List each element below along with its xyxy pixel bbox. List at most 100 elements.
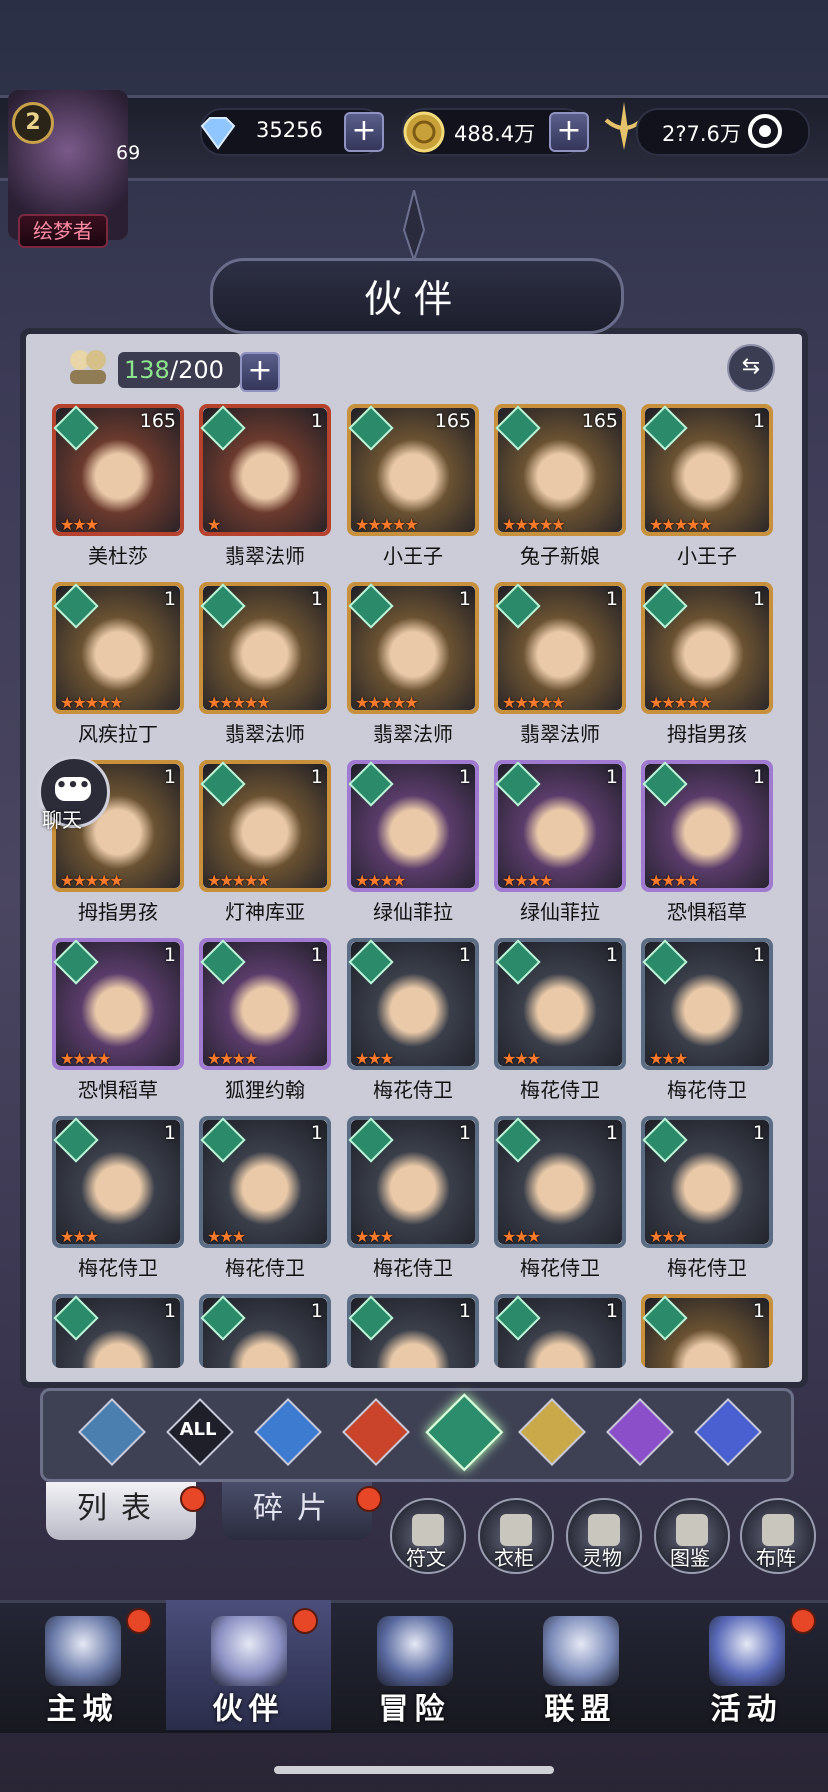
nav-badge (790, 1608, 816, 1634)
player-title-badge: 绘梦者 (18, 214, 108, 248)
partner-card[interactable]: 1 ★★★★ (199, 938, 331, 1070)
partner-card[interactable]: 1 ★★★ (347, 1116, 479, 1248)
element-filter-bar (40, 1388, 794, 1482)
tool-label: 图鉴 (670, 1546, 710, 1570)
nav-label: 伙伴 (212, 1692, 285, 1727)
filter-label (78, 1398, 142, 1462)
partner-card[interactable]: 1 ★★★★ (641, 760, 773, 892)
partner-card[interactable]: 1 ★★★★ (494, 760, 626, 892)
tab-fragments[interactable]: 碎片 (222, 1482, 372, 1540)
partner-level: 1 (310, 1300, 323, 1322)
partner-card[interactable]: 1 (52, 1294, 184, 1368)
filter-water-drop-icon[interactable] (254, 1398, 322, 1466)
roster-current: 138 (124, 356, 170, 384)
partner-card[interactable]: 1 ★★★★★ (199, 582, 331, 714)
partner-level: 1 (310, 410, 323, 432)
filter-planet-icon[interactable] (694, 1398, 762, 1466)
partner-card[interactable]: 1 ★★★★★ (641, 582, 773, 714)
partner-card[interactable]: 1 ★★★ (494, 1116, 626, 1248)
filter-star-icon[interactable] (518, 1398, 586, 1466)
partner-card[interactable]: 165 ★★★★★ (494, 404, 626, 536)
nav-item[interactable]: 活动 (664, 1600, 828, 1730)
tab-fragments-label: 碎片 (253, 1491, 341, 1526)
partner-stars: ★★★ (355, 1227, 394, 1246)
tool-label: 灵物 (582, 1546, 622, 1570)
partner-card[interactable]: 1 ★★★★ (347, 760, 479, 892)
filter-label: ALL (179, 1419, 217, 1440)
tab-list[interactable]: 列表 (46, 1482, 196, 1540)
filter-moon-icon[interactable] (606, 1398, 674, 1466)
tab-list-badge (180, 1486, 206, 1512)
wizard-hat-icon (211, 1616, 287, 1686)
partner-card[interactable]: 1 ★★★ (347, 938, 479, 1070)
tool-label: 布阵 (756, 1546, 796, 1570)
partner-level: 1 (458, 766, 471, 788)
filter-label (342, 1398, 406, 1462)
partner-stars: ★★★ (60, 515, 99, 534)
partner-stars: ★★★ (355, 1049, 394, 1068)
partner-card[interactable]: 1 ★★★★★ (347, 582, 479, 714)
compass-icon (377, 1616, 453, 1686)
partner-name: 梅花侍卫 (520, 1256, 600, 1280)
partner-level: 1 (752, 1300, 765, 1322)
partner-card[interactable]: 1 (347, 1294, 479, 1368)
shield-icon (543, 1616, 619, 1686)
nav-item[interactable]: 伙伴 (166, 1600, 331, 1730)
partner-card[interactable]: 1 ★★★ (641, 938, 773, 1070)
partner-level: 165 (581, 410, 618, 432)
add-gold-button[interactable]: + (549, 112, 589, 152)
nav-badge (126, 1608, 152, 1634)
filter-chevron-up-icon[interactable] (78, 1398, 146, 1466)
partner-card[interactable]: 1 ★★★ (52, 1116, 184, 1248)
nav-item[interactable]: 冒险 (332, 1600, 497, 1730)
filter-wind-icon[interactable] (425, 1393, 504, 1472)
partner-card[interactable]: 165 ★★★ (52, 404, 184, 536)
partner-name: 梅花侍卫 (667, 1078, 747, 1102)
partner-level: 1 (752, 1122, 765, 1144)
power-count: 2?7.6万 (662, 122, 741, 146)
filter-label (518, 1398, 582, 1462)
partner-level: 1 (752, 410, 765, 432)
filter-fire-icon[interactable] (342, 1398, 410, 1466)
partner-level: 1 (163, 1122, 176, 1144)
partner-card[interactable]: 1 ★★★★★ (52, 582, 184, 714)
partner-level: 1 (605, 766, 618, 788)
partner-card[interactable]: 1 ★★★ (199, 1116, 331, 1248)
partner-name: 绿仙菲拉 (520, 900, 600, 924)
cards-icon (709, 1616, 785, 1686)
partner-card[interactable]: 1 (641, 1294, 773, 1368)
partner-name: 翡翠法师 (225, 722, 305, 746)
add-diamond-button[interactable]: + (344, 112, 384, 152)
diamond-count: 35256 (256, 118, 323, 142)
record-icon[interactable] (748, 114, 782, 148)
partner-card[interactable]: 1 ★★★ (494, 938, 626, 1070)
roster-count: 138 /200 (118, 352, 240, 388)
partner-card[interactable]: 1 ★★★★★ (494, 582, 626, 714)
partner-card[interactable]: 1 ★★★ (641, 1116, 773, 1248)
partner-stars: ★★★★★ (355, 515, 419, 534)
partner-name: 梅花侍卫 (520, 1078, 600, 1102)
partner-level: 1 (458, 1122, 471, 1144)
chat-icon: ••• (55, 777, 91, 801)
expand-roster-button[interactable]: + (240, 352, 280, 392)
castle-icon (45, 1616, 121, 1686)
power-counter: 2?7.6万 (636, 108, 810, 156)
nav-label: 联盟 (544, 1692, 617, 1727)
partner-card[interactable]: 1 ★★★★ (52, 938, 184, 1070)
partner-card[interactable]: 1 ★ (199, 404, 331, 536)
partner-card[interactable]: 165 ★★★★★ (347, 404, 479, 536)
partner-card[interactable]: 1 (494, 1294, 626, 1368)
partner-card[interactable]: 1 (199, 1294, 331, 1368)
nav-label: 主城 (46, 1692, 119, 1727)
tool-label: 衣柜 (494, 1546, 534, 1570)
nav-item[interactable]: 联盟 (498, 1600, 663, 1730)
partner-stars: ★★★★ (502, 871, 553, 890)
diamond-counter: 35256 + (200, 108, 384, 156)
partner-card[interactable]: 1 ★★★★★ (641, 404, 773, 536)
nav-item[interactable]: 主城 (0, 1600, 165, 1730)
partner-card[interactable]: 1 ★★★★★ (199, 760, 331, 892)
partner-level: 1 (458, 1300, 471, 1322)
partner-level: 1 (163, 766, 176, 788)
swap-sort-button[interactable]: ⇆ (727, 344, 775, 392)
filter-all-icon[interactable]: ALL (166, 1398, 234, 1466)
